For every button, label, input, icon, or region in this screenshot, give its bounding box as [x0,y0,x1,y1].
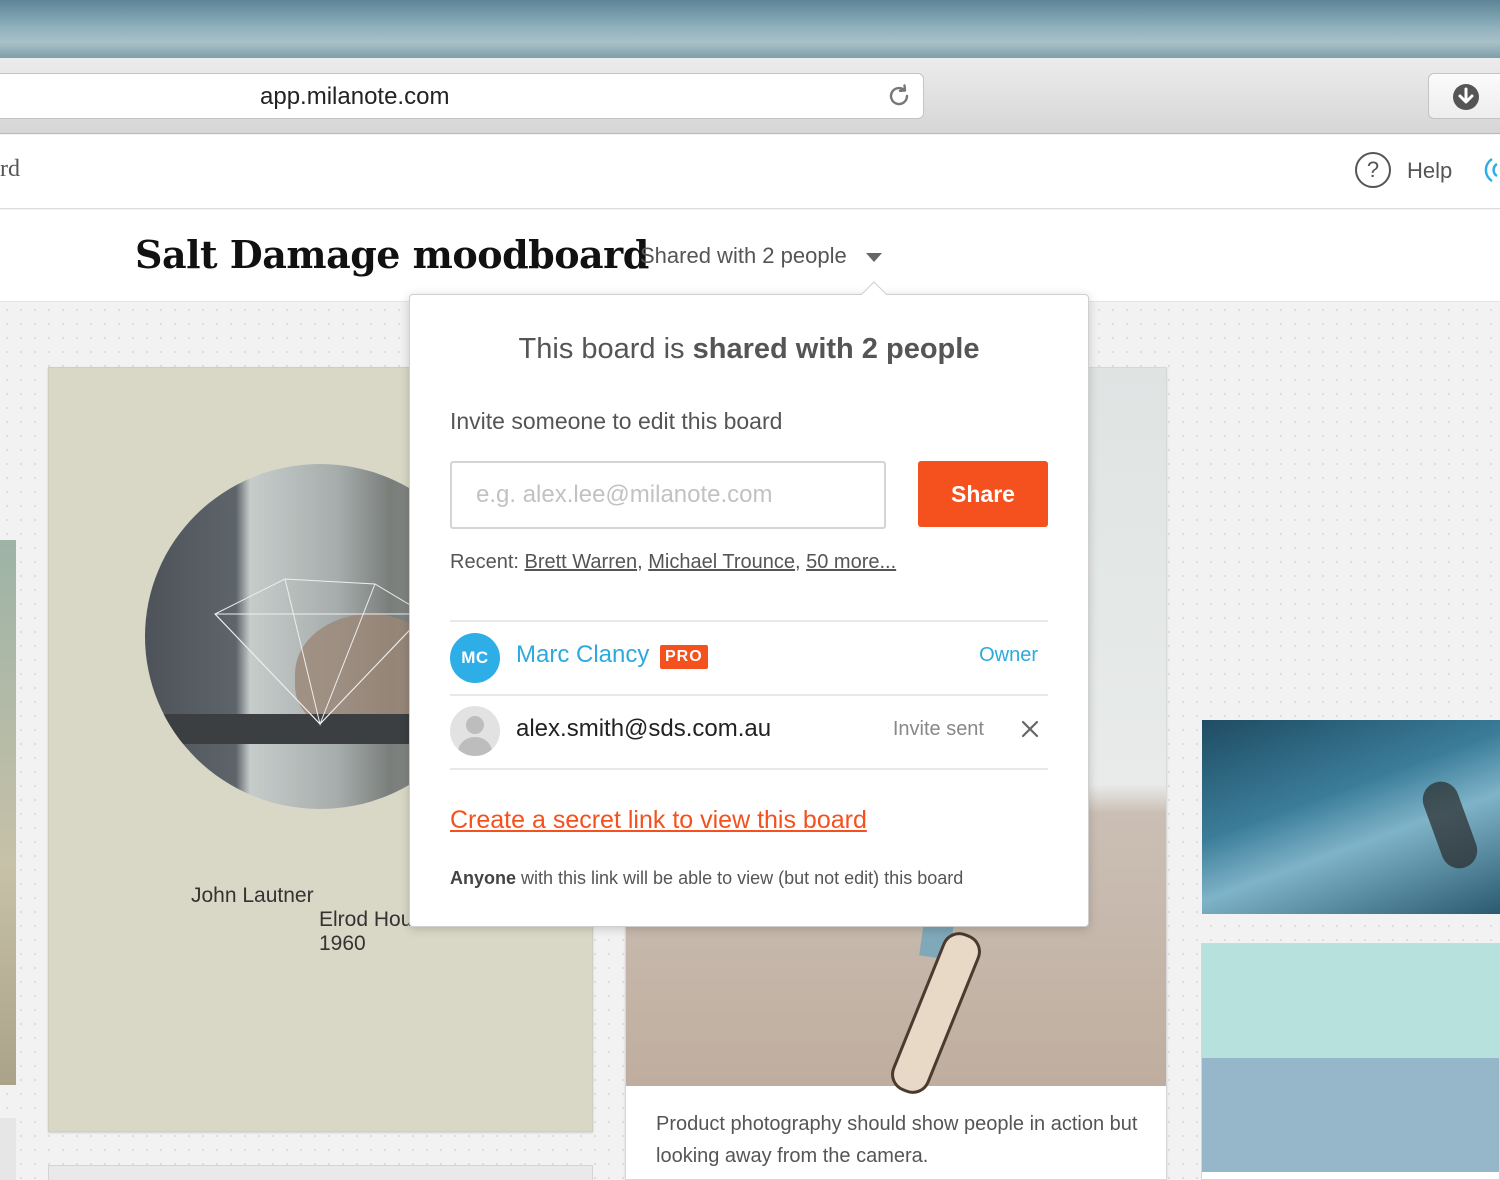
card[interactable] [0,1118,16,1180]
poster-title: John Lautner [191,884,314,907]
card[interactable] [48,1165,593,1180]
download-icon [1453,84,1479,110]
recent-label: Recent: [450,551,519,573]
recent-link-michael-trounce[interactable]: Michael Trounce [648,551,795,573]
share-button[interactable]: Share [918,461,1048,527]
email-field[interactable] [450,461,886,529]
breadcrumb[interactable]: rd [0,156,20,183]
invite-label: Invite someone to edit this board [450,408,783,434]
color-swatch-card[interactable] [1201,943,1500,1180]
invite-status: Invite sent [892,718,984,740]
member-name[interactable]: Marc Clancy [516,641,649,669]
desktop-background [0,0,1500,60]
member-row: MC Marc Clancy PRO Owner [450,620,1048,694]
page-title[interactable]: Salt Damage moodboard [135,232,649,277]
secret-link-note: Anyone with this link will be able to vi… [450,868,964,888]
recent-link-brett-warren[interactable]: Brett Warren [525,551,638,573]
surf-image-card[interactable] [1202,720,1500,914]
user-placeholder-icon [450,706,500,756]
close-icon[interactable] [1020,719,1040,739]
card-caption[interactable]: Product photography should show people i… [656,1108,1146,1172]
member-row: alex.smith@sds.com.au Invite sent [450,694,1048,768]
sync-status-icon [1484,157,1498,183]
reload-icon[interactable] [885,82,913,110]
divider [450,768,1048,770]
caret-down-icon[interactable] [866,253,882,262]
downloads-button[interactable] [1428,73,1500,119]
role-label[interactable]: Owner [979,644,1038,667]
browser-toolbar: app.milanote.com [0,58,1500,134]
help-link[interactable]: Help [1407,158,1452,184]
avatar: MC [450,633,500,683]
color-swatch [1202,944,1499,1058]
poster-subtitle: Elrod Hou 1960 [319,908,413,955]
popover-heading: This board is shared with 2 people [518,333,980,365]
member-email: alex.smith@sds.com.au [516,715,772,742]
board-title-bar: Salt Damage moodboard Shared with 2 peop… [0,210,1500,302]
color-swatch [1202,1058,1499,1172]
share-dropdown[interactable]: Shared with 2 people [640,243,847,269]
address-bar[interactable]: app.milanote.com [0,73,924,119]
recent-link-more[interactable]: 50 more... [806,551,896,573]
create-secret-link[interactable]: Create a secret link to view this board [450,806,867,835]
app-header: rd ? Help [0,135,1500,209]
pro-badge: PRO [660,645,708,669]
recent-collaborators: Recent: Brett Warren, Michael Trounce, 5… [450,551,897,573]
share-popover: This board is shared with 2 people Invit… [409,281,1089,927]
help-icon[interactable]: ? [1355,152,1391,188]
image-card[interactable] [0,540,16,1085]
url-text: app.milanote.com [260,83,450,110]
